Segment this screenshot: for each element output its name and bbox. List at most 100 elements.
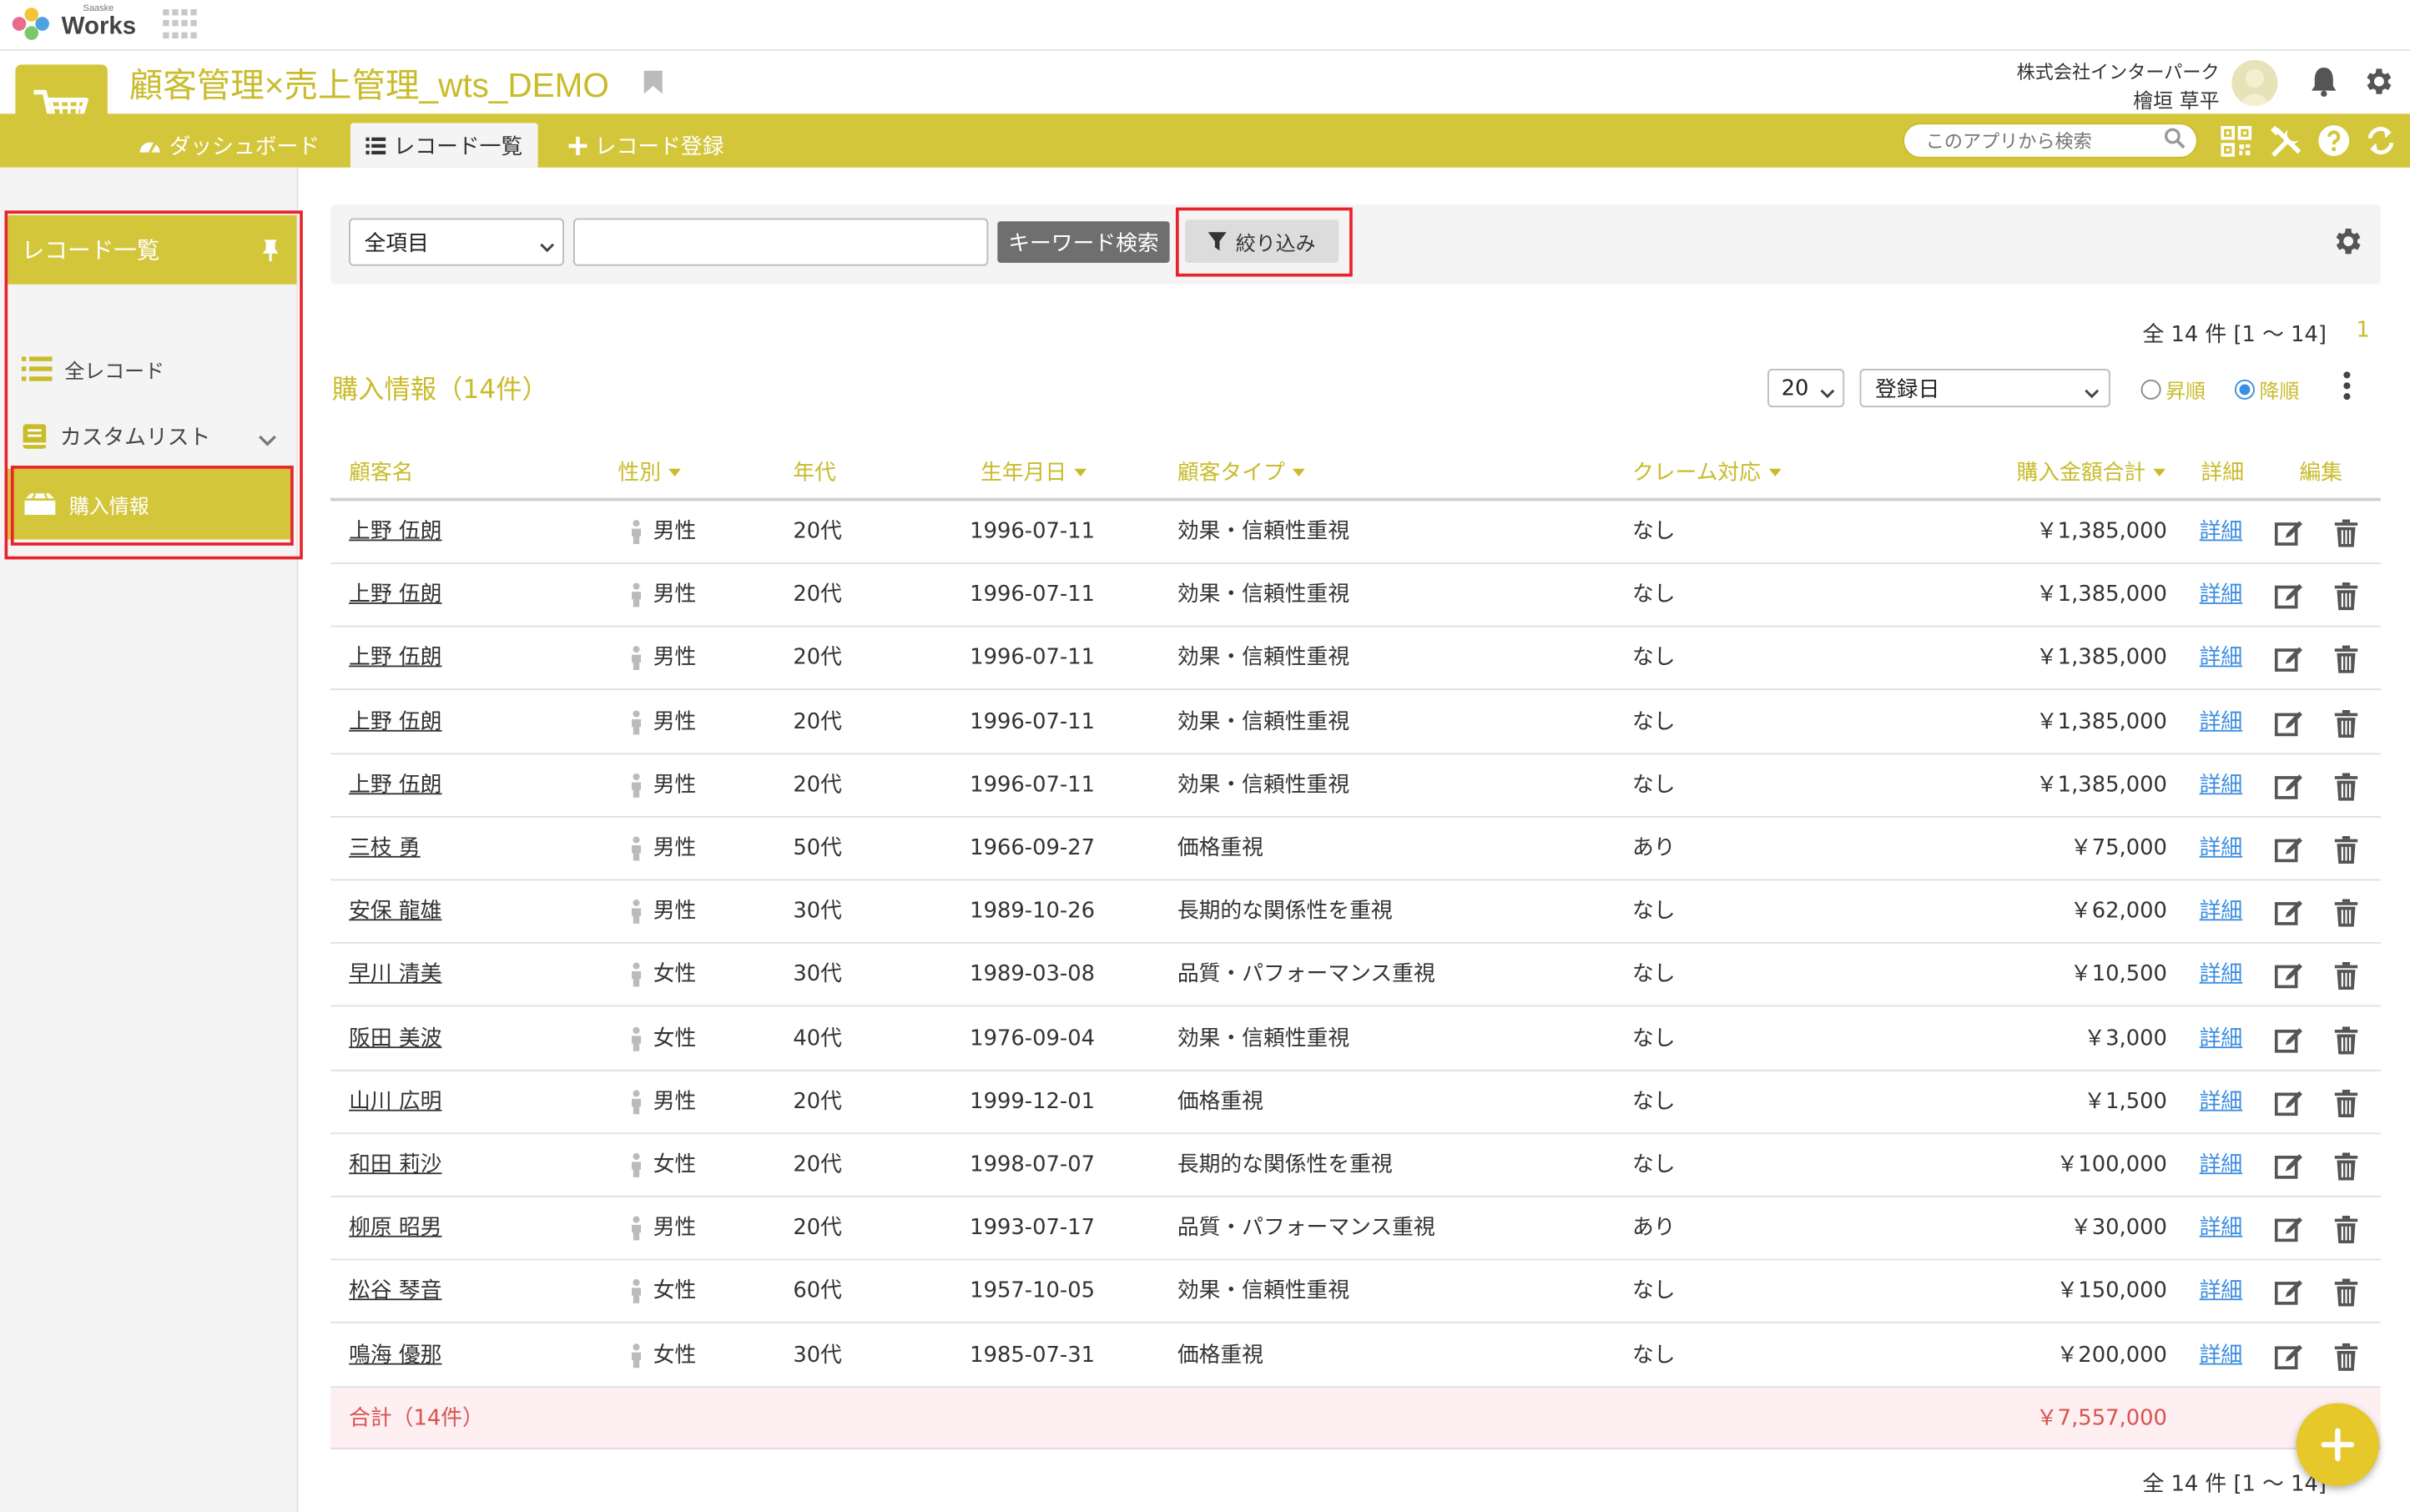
sidebar-item-custom-list[interactable]: カスタムリスト [22,418,210,455]
table-row: 鳴海 優那 女性 30代 1985-07-31 価格重視 なし ￥200,000 詳細 [330,1324,2381,1388]
trash-icon[interactable] [2334,1342,2358,1371]
edit-icon[interactable] [2274,1152,2304,1180]
customer-name-link[interactable]: 上野 伍朗 [349,501,441,564]
help-icon[interactable] [2317,124,2350,163]
detail-link[interactable]: 詳細 [2200,1324,2243,1388]
detail-link[interactable]: 詳細 [2200,881,2243,945]
trash-icon[interactable] [2334,962,2358,990]
bell-icon[interactable] [2307,64,2342,104]
customer-name-link[interactable]: 上野 伍朗 [349,627,441,691]
edit-icon[interactable] [2274,582,2304,610]
tab-record-list[interactable]: レコード一覧 [350,123,538,168]
edit-icon[interactable] [2274,709,2304,737]
trash-icon[interactable] [2334,899,2358,927]
column-header-customer-type[interactable]: 顧客タイプ [1177,456,1305,487]
trash-icon[interactable] [2334,709,2358,738]
tab-dashboard[interactable]: ダッシュボード [123,123,335,167]
customer-name-link[interactable]: 山川 広明 [349,1071,441,1134]
customer-name-link[interactable]: 上野 伍朗 [349,564,441,627]
edit-icon[interactable] [2274,963,2304,990]
edit-icon[interactable] [2274,646,2304,673]
detail-link[interactable]: 詳細 [2200,818,2243,881]
edit-icon[interactable] [2274,1026,2304,1054]
detail-link[interactable]: 詳細 [2200,1071,2243,1134]
edit-icon[interactable] [2274,1216,2304,1243]
sort-field-select[interactable]: 登録日 [1859,369,2110,408]
sidebar-item-purchase-info[interactable]: 購入情報 [8,468,292,540]
customer-name-link[interactable]: 上野 伍朗 [349,754,441,818]
edit-icon[interactable] [2274,1343,2304,1370]
tab-record-new[interactable]: レコード登録 [553,123,739,167]
column-header-gender[interactable]: 性別 [618,456,681,487]
customer-name-link[interactable]: 上野 伍朗 [349,691,441,754]
table-row: 早川 清美 女性 30代 1989-03-08 品質・パフォーマンス重視 なし ￥10,50… [330,945,2381,1008]
field-select[interactable]: 全項目 [349,218,564,266]
person-icon [628,709,643,735]
apps-grid-icon[interactable] [163,9,197,40]
customer-name-link[interactable]: 松谷 琴音 [349,1261,441,1324]
trash-icon[interactable] [2334,1026,2358,1054]
trash-icon[interactable] [2334,1216,2358,1244]
detail-link[interactable]: 詳細 [2200,691,2243,754]
column-header-birthdate[interactable]: 生年月日 [981,456,1087,487]
trash-icon[interactable] [2334,582,2358,611]
edit-icon[interactable] [2274,1089,2304,1116]
person-icon [628,836,643,862]
trash-icon[interactable] [2334,1279,2358,1308]
detail-link[interactable]: 詳細 [2200,501,2243,564]
pin-icon[interactable] [261,238,280,269]
add-record-button[interactable] [2296,1403,2380,1487]
trash-icon[interactable] [2334,773,2358,801]
detail-link[interactable]: 詳細 [2200,754,2243,818]
detail-link[interactable]: 詳細 [2200,564,2243,627]
detail-link[interactable]: 詳細 [2200,1197,2243,1261]
trash-icon[interactable] [2334,1089,2358,1117]
keyword-input[interactable] [572,218,989,266]
edit-icon[interactable] [2274,1279,2304,1307]
customer-name-link[interactable]: 安保 龍雄 [349,881,441,945]
edit-icon[interactable] [2274,836,2304,864]
search-icon[interactable] [2164,128,2186,155]
sync-icon[interactable] [2366,124,2397,163]
trash-icon[interactable] [2334,519,2358,547]
tools-icon[interactable] [2270,125,2302,164]
customer-name-link[interactable]: 三枝 勇 [349,818,421,881]
settings-gear-icon[interactable] [2361,64,2395,104]
app-search-box[interactable] [1903,123,2198,159]
more-vertical-icon[interactable] [2342,370,2352,407]
column-header-name[interactable]: 顧客名 [349,456,413,487]
sort-asc-radio[interactable]: 昇順 [2140,375,2206,404]
customer-name-link[interactable]: 和田 莉沙 [349,1134,441,1197]
detail-link[interactable]: 詳細 [2200,1134,2243,1197]
detail-link[interactable]: 詳細 [2200,1007,2243,1071]
page-link[interactable]: 1 [2356,318,2369,342]
app-search-input[interactable] [1923,128,2157,154]
detail-link[interactable]: 詳細 [2200,627,2243,691]
works-logo[interactable]: Saaske Works [12,5,136,43]
edit-icon[interactable] [2274,773,2304,800]
keyword-search-button[interactable]: キーワード検索 [997,221,1170,263]
edit-icon[interactable] [2274,900,2304,927]
customer-name-link[interactable]: 早川 清美 [349,945,441,1008]
detail-link[interactable]: 詳細 [2200,1261,2243,1324]
list-title: 購入情報（14件） [331,375,548,406]
trash-icon[interactable] [2334,646,2358,674]
sidebar-item-all-records[interactable]: 全レコード [21,350,164,387]
column-header-amount[interactable]: 購入金額合計 [2016,456,2166,487]
list-settings-gear-icon[interactable] [2330,224,2364,265]
trash-icon[interactable] [2334,1152,2358,1181]
customer-name-link[interactable]: 柳原 昭男 [349,1197,441,1261]
edit-icon[interactable] [2274,520,2304,547]
qr-code-icon[interactable] [2221,126,2252,163]
customer-name-link[interactable]: 阪田 美波 [349,1007,441,1071]
detail-link[interactable]: 詳細 [2200,945,2243,1008]
filter-button[interactable]: 絞り込み [1185,219,1339,263]
bookmark-icon[interactable] [643,69,664,102]
sort-desc-radio[interactable]: 降順 [2234,375,2299,404]
chevron-down-icon[interactable] [258,429,276,453]
column-header-claim[interactable]: クレーム対応 [1632,456,1781,487]
column-header-age[interactable]: 年代 [793,456,836,487]
customer-name-link[interactable]: 鳴海 優那 [349,1324,441,1388]
trash-icon[interactable] [2334,835,2358,864]
avatar[interactable] [2231,59,2278,107]
